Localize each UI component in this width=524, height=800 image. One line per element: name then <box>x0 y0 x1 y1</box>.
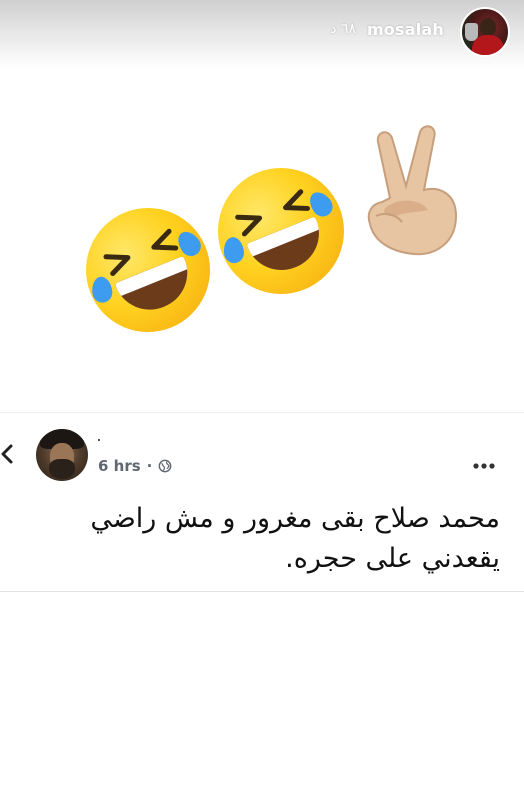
rolling-laughing-emoji-2 <box>198 148 364 314</box>
story-time: ٦٨ د <box>330 21 356 37</box>
facebook-post-card: 6 hrs · محمد صلاح بقى مغرور و مش راضي يق… <box>0 412 524 592</box>
post-author-avatar[interactable] <box>36 429 88 481</box>
story-avatar[interactable] <box>460 7 510 57</box>
chevron-left-icon[interactable] <box>0 443 14 465</box>
avatar-head <box>480 18 496 36</box>
avatar-shirt <box>472 35 504 55</box>
victory-hand-icon <box>362 120 462 260</box>
rolling-laughing-emoji-1 <box>67 189 229 351</box>
post-meta: 6 hrs · <box>98 457 172 475</box>
avatar-beard <box>49 459 75 479</box>
globe-icon <box>158 459 172 473</box>
more-options-icon[interactable] <box>472 455 496 469</box>
story-username[interactable]: mosalah <box>367 20 444 39</box>
tear-drop <box>305 187 337 221</box>
post-time[interactable]: 6 hrs <box>98 457 141 475</box>
redacted-author-name <box>98 439 100 441</box>
post-text-line-1: محمد صلاح بقى مغرور و مش راضي <box>90 503 500 534</box>
post-text-line-2: يقعدني على حجره. <box>285 543 500 574</box>
meta-separator: · <box>146 457 153 475</box>
story-header: ٦٨ د mosalah <box>0 0 524 70</box>
post-text: محمد صلاح بقى مغرور و مش راضي يقعدني على… <box>30 499 500 579</box>
tear-drop <box>173 227 205 261</box>
